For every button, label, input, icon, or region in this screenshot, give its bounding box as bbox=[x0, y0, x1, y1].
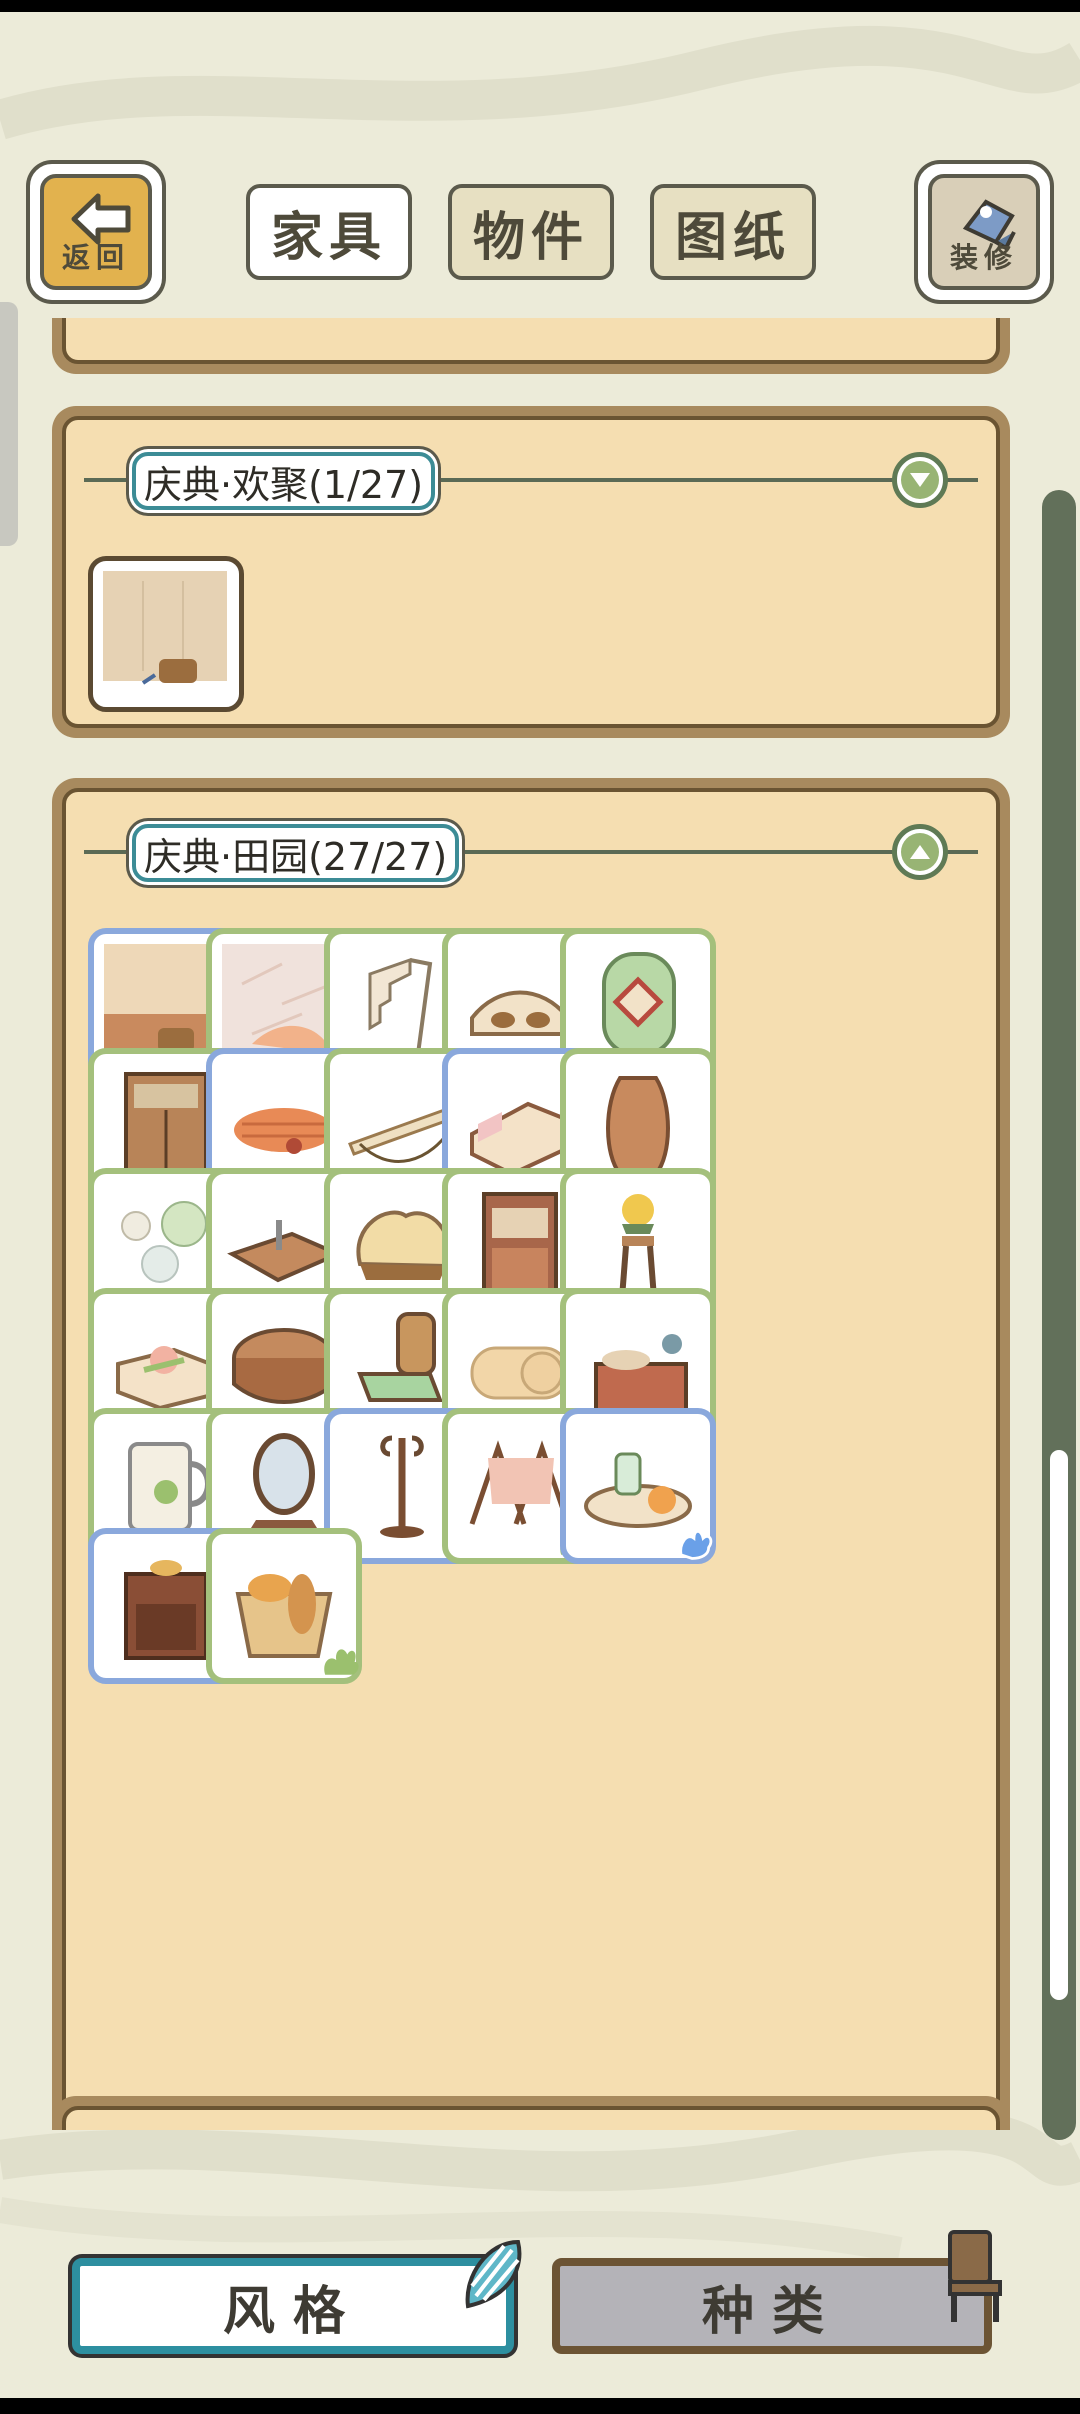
back-label: 返回 bbox=[61, 241, 130, 274]
scrollbar-track[interactable] bbox=[1042, 490, 1076, 2140]
expand-toggle-button[interactable] bbox=[892, 452, 948, 508]
collapse-toggle-button[interactable] bbox=[892, 824, 948, 880]
next-section-panel bbox=[52, 2096, 1010, 2130]
navigation-bar bbox=[0, 2398, 1080, 2414]
furniture-item-bread-basket[interactable] bbox=[206, 1528, 362, 1684]
decorate-button[interactable]: 装修 bbox=[918, 164, 1050, 300]
tab-furniture[interactable]: 家具 bbox=[246, 184, 412, 280]
shell-icon bbox=[465, 2239, 522, 2309]
furniture-item-wall-bucket[interactable] bbox=[88, 556, 244, 712]
wall-bucket-icon bbox=[103, 571, 227, 685]
chevron-down-icon bbox=[910, 473, 930, 487]
tab-blueprints[interactable]: 图纸 bbox=[650, 184, 816, 280]
chair-icon bbox=[948, 2230, 1002, 2322]
section-title: 庆典·田园(27/27) bbox=[132, 824, 460, 882]
scrollbar-thumb[interactable] bbox=[1050, 1450, 1068, 2000]
decorate-label: 装修 bbox=[949, 241, 1018, 274]
section-celebration-pastoral: 庆典·田园(27/27) bbox=[52, 778, 1010, 2130]
section-celebration-gathering: 庆典·欢聚(1/27) bbox=[52, 406, 1010, 738]
status-bar bbox=[0, 0, 1080, 12]
grass-badge-icon bbox=[324, 1649, 359, 1675]
tab-objects[interactable]: 物件 bbox=[448, 184, 614, 280]
style-button[interactable]: 风格 bbox=[72, 2258, 514, 2354]
back-button[interactable]: 返回 bbox=[30, 164, 162, 300]
furniture-list[interactable]: 庆典·欢聚(1/27) 庆典·田园(27/27) bbox=[0, 318, 1080, 2130]
previous-section-panel bbox=[52, 318, 1010, 374]
hand-pointer-icon bbox=[679, 1530, 713, 1560]
type-button[interactable]: 种类 bbox=[552, 2258, 992, 2354]
chevron-up-icon bbox=[910, 845, 930, 859]
section-title: 庆典·欢聚(1/27) bbox=[132, 452, 436, 510]
furniture-item-candle-tray[interactable] bbox=[560, 1408, 716, 1564]
